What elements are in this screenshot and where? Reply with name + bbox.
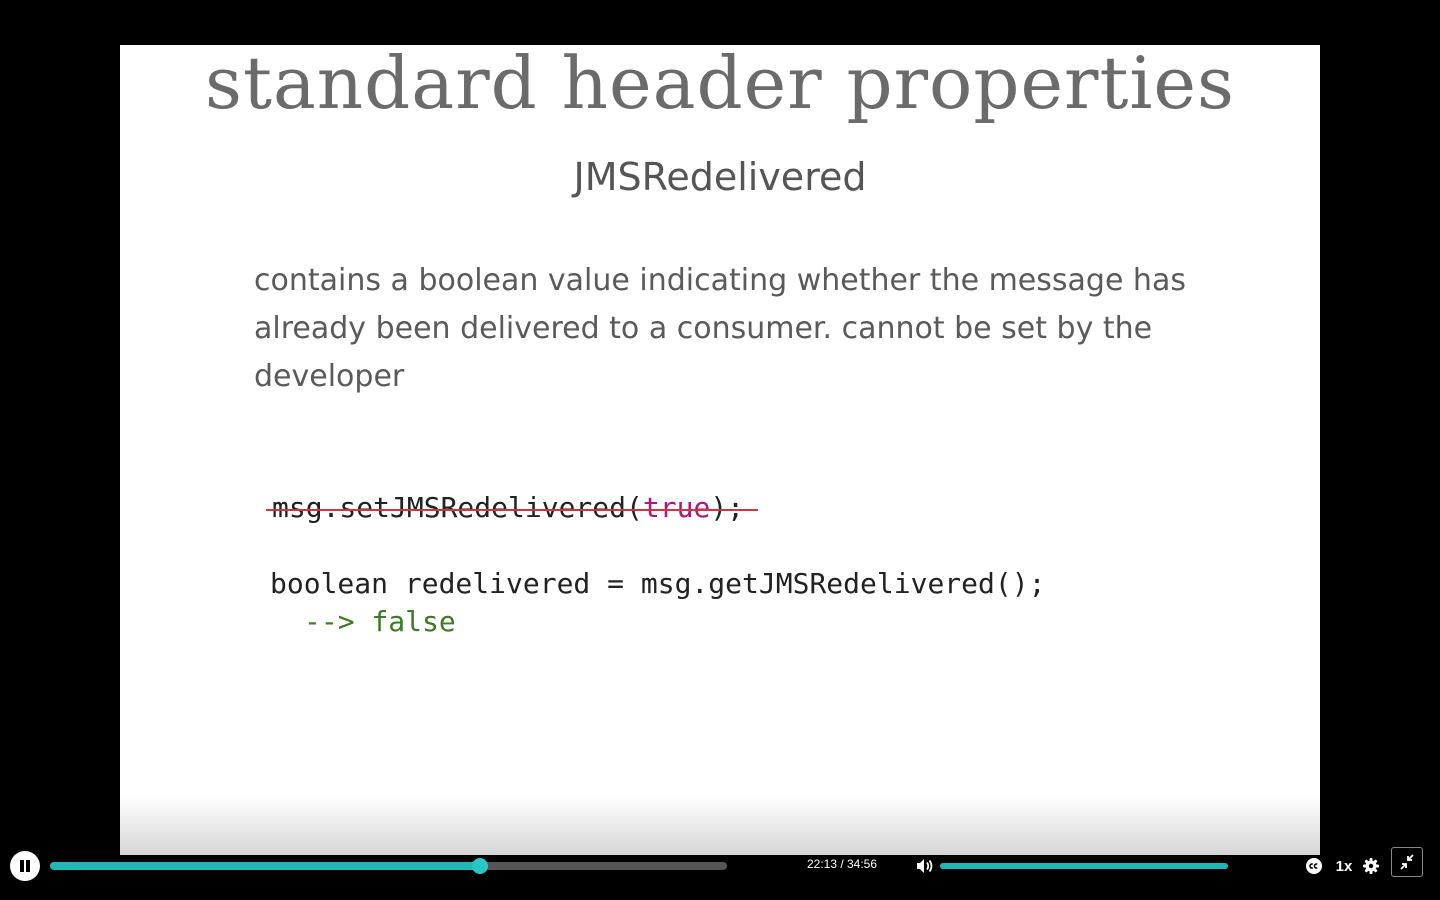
closed-captions-button[interactable] [1302,854,1326,878]
pause-button[interactable] [10,851,40,881]
volume-level [940,863,1228,869]
code-keyword-true: true [642,491,711,524]
code-arrow: --> [304,605,355,638]
strikethrough-line [266,509,758,511]
slide-description: contains a boolean value indicating whet… [254,263,1186,394]
volume-button[interactable] [912,854,936,878]
slide-title: standard header properties [205,45,1235,125]
progress-played [50,862,481,870]
gear-icon [1363,858,1379,874]
progress-scrubber-handle[interactable] [472,858,489,874]
code-line-strikethrough: msg.setJMSRedelivered(true); [272,491,744,524]
playback-speed-button[interactable]: 1x [1330,854,1358,878]
code-strike-prefix: msg.setJMSRedelivered( [272,491,643,524]
code-line-result: --> false [304,605,456,638]
code-line-get: boolean redelivered = msg.getJMSRedelive… [270,567,1046,600]
exit-fullscreen-button[interactable] [1391,847,1423,877]
closed-captions-icon [1306,858,1322,874]
video-frame[interactable]: standard header properties JMSRedelivere… [120,45,1320,855]
volume-icon [917,859,933,873]
slide-subtitle: JMSRedelivered [573,155,867,199]
settings-button[interactable] [1359,854,1383,878]
progress-bar[interactable] [50,858,727,874]
time-display: 22:13 / 34:56 [806,857,878,871]
code-result-value: false [371,605,456,638]
exit-fullscreen-icon [1400,854,1414,870]
volume-slider[interactable] [940,863,1228,869]
code-strike-suffix: ); [710,491,745,524]
player-controls: 22:13 / 34:56 1x [0,846,1440,886]
